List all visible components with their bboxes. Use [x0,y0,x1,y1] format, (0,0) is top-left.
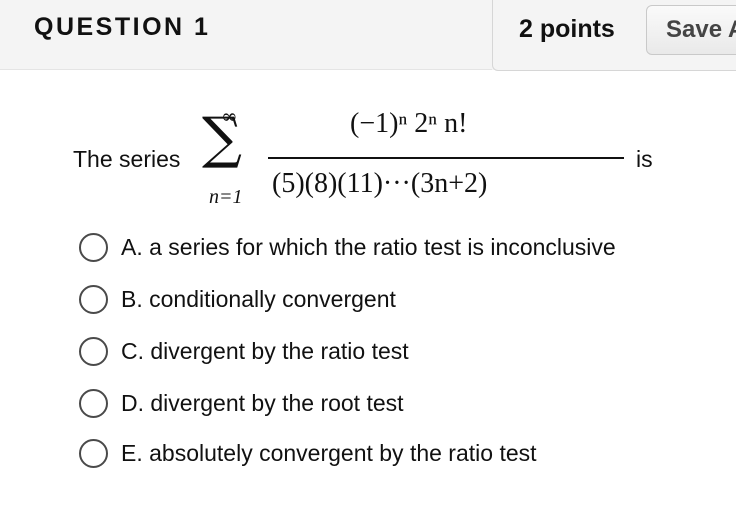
save-answer-button[interactable]: Save A [646,5,736,55]
fraction-numerator: (−1)ⁿ 2ⁿ n! [350,108,468,139]
sum-lower-limit: n=1 [209,186,243,208]
radio-button-a[interactable] [79,233,108,262]
option-b[interactable]: B. conditionally convergent [79,285,729,319]
option-d[interactable]: D. divergent by the root test [79,389,729,423]
header-divider [0,69,492,70]
points-label: 2 points [519,15,615,43]
question-title: QUESTION 1 [34,13,211,41]
option-e-label[interactable]: E. absolutely convergent by the ratio te… [121,439,537,468]
fraction-bar [268,157,624,159]
question-suffix: is [636,146,653,172]
question-prefix: The series [73,146,181,172]
radio-button-b[interactable] [79,285,108,314]
radio-button-d[interactable] [79,389,108,418]
option-e[interactable]: E. absolutely convergent by the ratio te… [79,439,729,473]
option-d-label[interactable]: D. divergent by the root test [121,389,404,418]
option-c-label[interactable]: C. divergent by the ratio test [121,337,409,366]
summation-symbol: ∑ [202,106,242,171]
option-a-label[interactable]: A. a series for which the ratio test is … [121,233,616,262]
fraction-denominator: (5)(8)(11)···(3n+2) [272,168,488,199]
option-a[interactable]: A. a series for which the ratio test is … [79,233,729,267]
option-c[interactable]: C. divergent by the ratio test [79,337,729,371]
radio-button-e[interactable] [79,439,108,468]
option-b-label[interactable]: B. conditionally convergent [121,285,396,314]
radio-button-c[interactable] [79,337,108,366]
